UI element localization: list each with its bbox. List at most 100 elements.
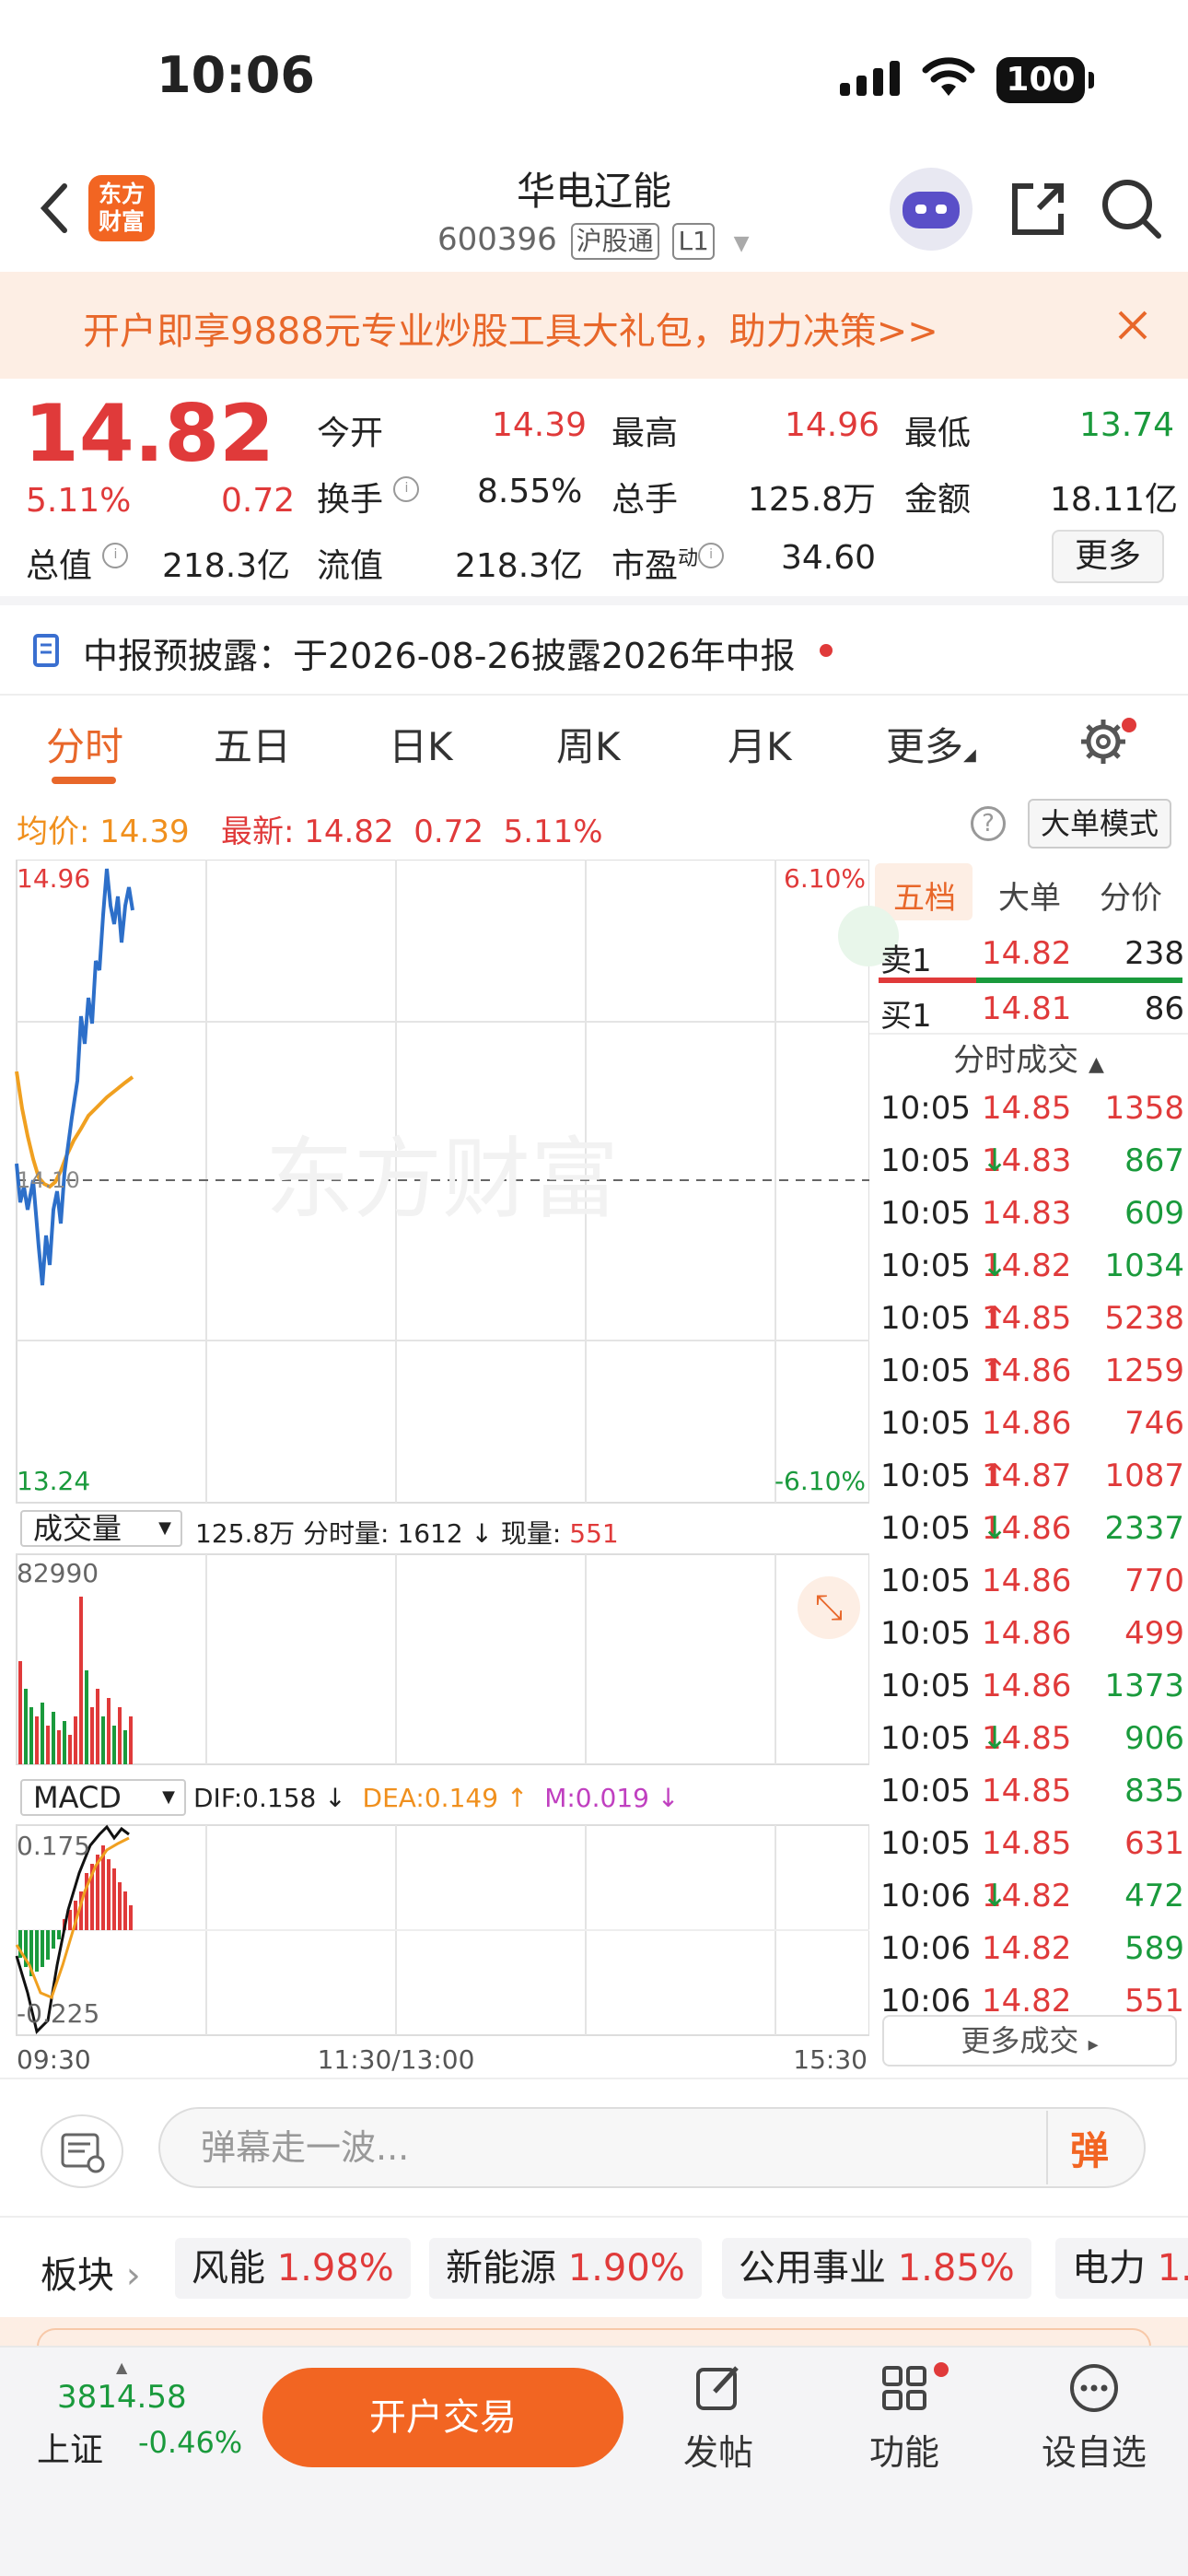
tick-arrow: ↓ [982,1247,1008,1284]
volume-bar [118,1707,122,1764]
index-widget[interactable]: ▲ 3814.58 上证 -0.46% [37,2359,258,2469]
tick-qty: 1034 [1104,1247,1184,1284]
search-icon[interactable] [1100,177,1164,241]
tick-time: 10:06 [880,1878,971,1914]
sell1-qty: 238 [1124,935,1184,972]
promo-banner[interactable]: 开户即享9888元专业炒股工具大礼包，助力决策>> [0,272,1188,379]
info-icon[interactable]: i [393,476,420,502]
open-label: 今开 [317,415,384,452]
tab-price-dist[interactable]: 分价 [1100,872,1162,918]
share-icon[interactable] [1006,177,1070,241]
tab-intraday[interactable]: 分时 [46,716,123,772]
volume-bar [68,1735,72,1764]
tab-monthly-k[interactable]: 月K [728,716,792,772]
comment-bar: 弹幕走一波... 弹 [0,2078,1188,2216]
macd-bar [112,1868,116,1930]
info-icon[interactable]: i [102,543,129,568]
sector-label[interactable]: 板块 › [41,2245,141,2299]
info-icon[interactable]: i [698,543,725,568]
close-icon[interactable] [1116,309,1149,342]
tick-qty: 770 [1124,1563,1184,1599]
ticks-header-label: 分时成交 [953,1042,1079,1079]
ticks-header[interactable]: 分时成交 ▲ [869,1033,1188,1084]
tick-row: 10:05 14.86 1373 [880,1668,1184,1720]
sector-item-power[interactable]: 电力 1. [1055,2238,1188,2299]
volume-bar [74,1716,77,1764]
report-notice[interactable]: 中报预披露：于2026-08-26披露2026年中报 [0,605,1188,694]
add-watchlist-button[interactable]: 设自选 [1020,2360,1168,2475]
intraday-chart[interactable]: 东方财富 14.96 6.10% 13.24 -6.10% 14.10 8299… [0,860,869,2078]
volume-header: 成交量 ▼ 125.8万 分时量: 1612 ↓ 现量: 551 [17,1508,869,1549]
macd-bar [123,1891,127,1930]
price-summary-bar: 均价: 14.39 最新: 14.82 0.72 5.11% ? 大单模式 [0,786,1188,860]
macd-bar [118,1882,122,1930]
latest-pct: 5.11% [503,814,603,850]
sector-pct: 1. [1157,2247,1188,2289]
tab-level5[interactable]: 五档 [893,872,956,918]
volume-dropdown[interactable]: 成交量 ▼ [20,1510,182,1547]
volume-bar [129,1716,133,1764]
tab-5day[interactable]: 五日 [214,716,291,772]
tick-row: 10:05 14.86 499 [880,1615,1184,1668]
post-button[interactable]: 发帖 [645,2360,792,2475]
tab-big-orders[interactable]: 大单 [998,872,1061,918]
volume-bar [57,1730,61,1764]
sell1-price: 14.82 [982,935,1072,972]
tick-arrow: ↓ [982,1878,1008,1914]
tick-row: 10:05 14.86 ↓ 2337 [880,1510,1184,1563]
open-account-trade-button[interactable]: 开户交易 [262,2368,623,2467]
danmu-icon[interactable]: 弹 [1070,2120,1109,2176]
big-order-mode-button[interactable]: 大单模式 [1028,799,1171,849]
macd-dropdown[interactable]: MACD ▼ [20,1779,186,1816]
volume-dropdown-label: 成交量 [33,1511,122,1546]
robot-avatar-icon[interactable] [890,168,973,251]
index-pct: -0.46% [138,2425,243,2460]
tab-daily-k[interactable]: 日K [389,716,453,772]
tick-qty: 589 [1124,1930,1184,1967]
tick-time: 10:05 [880,1352,971,1389]
index-name: 上证 [37,2431,104,2469]
amount-value: 18.11亿 [1050,481,1179,519]
volume-max-label: 82990 [17,1558,99,1588]
low-label: 最低 [904,415,972,452]
turnover-label: 换手 i [317,473,420,521]
sector-item-new-energy[interactable]: 新能源 1.90% [429,2238,702,2299]
x-end-label: 15:30 [793,2044,868,2075]
more-ticks-button[interactable]: 更多成交 ▸ [882,2015,1177,2067]
tab-more[interactable]: 更多◢ [886,716,976,772]
danmu-input[interactable]: 弹幕走一波... [158,2107,1146,2188]
functions-button[interactable]: 功能 [831,2360,978,2475]
tick-row: 10:05 14.82 ↓ 1034 [880,1247,1184,1300]
tick-row: 10:05 14.83 609 [880,1195,1184,1247]
tick-time: 10:05 [880,1720,971,1757]
low-value: 13.74 [1079,406,1175,444]
tick-price-value: 14.85 [982,1773,1072,1809]
volume-bar [18,1661,22,1764]
x-start-label: 09:30 [17,2044,91,2075]
macd-bar [35,1930,39,1972]
tick-time: 10:05 [880,1615,971,1652]
tick-time: 10:05 [880,1773,971,1809]
sector-label-text: 板块 [41,2254,114,2297]
chevron-right-icon: › [125,2254,141,2297]
more-button[interactable]: 更多 [1052,530,1164,583]
tick-time: 10:05 [880,1195,971,1232]
tick-qty: 835 [1124,1773,1184,1809]
m-value: M:0.019 ↓ [544,1783,680,1813]
macd-dropdown-label: MACD [33,1780,122,1815]
sector-item-utilities[interactable]: 公用事业 1.85% [722,2238,1031,2299]
macd-bars [18,1845,133,1976]
chat-list-icon[interactable] [41,2114,123,2188]
sector-item-wind[interactable]: 风能 1.98% [175,2238,411,2299]
edit-icon [696,2366,739,2410]
tab-weekly-k[interactable]: 周K [556,716,621,772]
latest-label: 最新: 14.82 0.72 5.11% [221,806,603,851]
tick-time: 10:05 [880,1458,971,1494]
expand-icon[interactable]: ⤡ [798,1576,860,1639]
macd-bar [107,1859,111,1930]
help-icon[interactable]: ? [971,806,1006,841]
stock-header: 东方 财富 华电辽能 600396 沪股通 L1 ▼ [0,157,1188,272]
stock-code-line[interactable]: 600396 沪股通 L1 ▼ [437,221,750,260]
tick-row: 10:05 14.85 ↑ 5238 [880,1300,1184,1352]
macd-bar [41,1930,44,1967]
